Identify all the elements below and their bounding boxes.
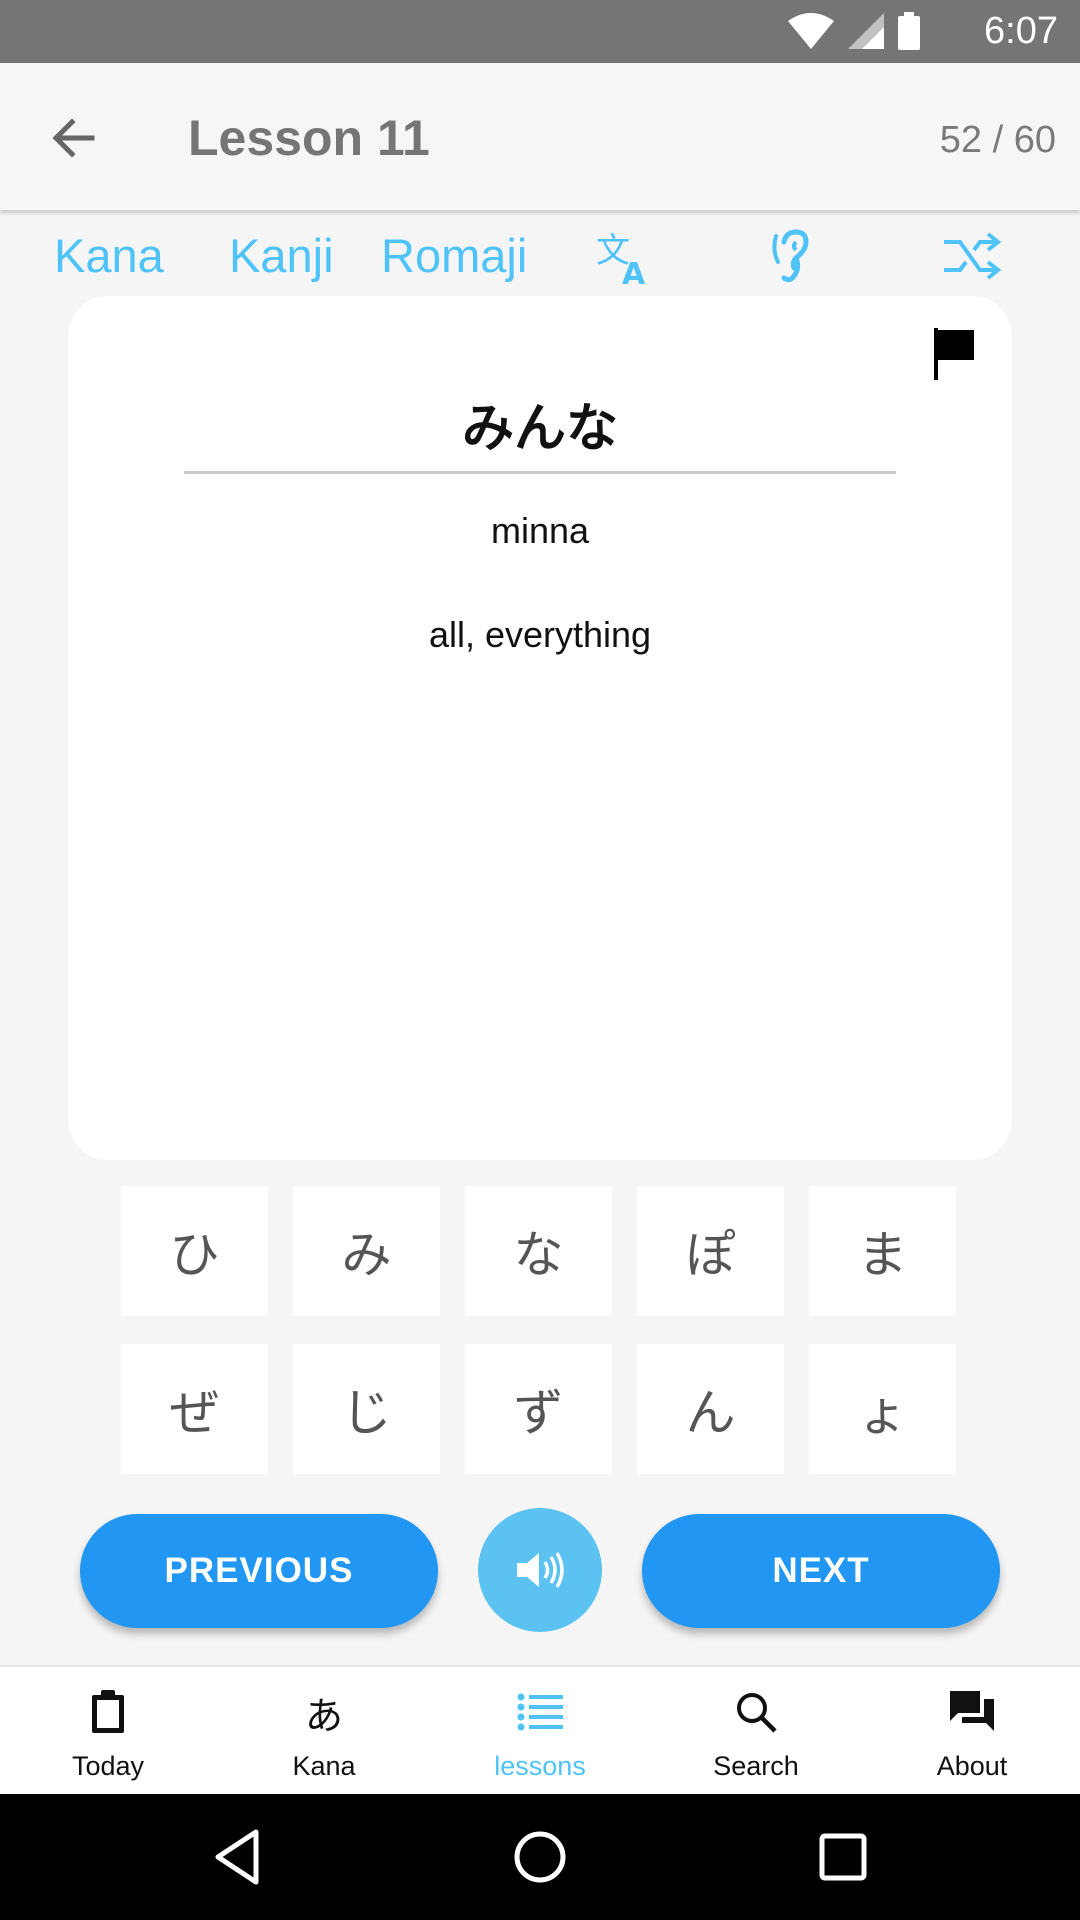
kana-key[interactable]: ひ: [121, 1186, 268, 1316]
volume-icon: [517, 1552, 564, 1588]
nav-today[interactable]: Today: [0, 1667, 216, 1796]
system-recents-button[interactable]: [812, 1826, 874, 1888]
card-word: みんな: [461, 400, 618, 458]
hearing-icon[interactable]: [772, 228, 832, 286]
nav-label: Kana: [292, 1751, 356, 1781]
clipboard-icon: [83, 1687, 133, 1737]
mode-kanji-button[interactable]: Kanji: [229, 228, 334, 283]
system-back-button[interactable]: [206, 1826, 268, 1888]
kana-key[interactable]: ず: [465, 1344, 612, 1474]
card-meaning: all, everything: [428, 614, 652, 655]
nav-label: lessons: [494, 1751, 586, 1781]
nav-label: About: [936, 1751, 1008, 1781]
page-title: Lesson 11: [188, 110, 430, 166]
wifi-icon: [788, 13, 834, 49]
card-romaji: minna: [490, 510, 590, 551]
kana-key[interactable]: ぜ: [121, 1344, 268, 1474]
flag-button[interactable]: [932, 328, 976, 380]
list-icon: [515, 1687, 565, 1737]
nav-label: Today: [71, 1751, 145, 1781]
back-button[interactable]: [44, 108, 104, 168]
mode-toolbar: Kana Kanji Romaji 文 A: [0, 222, 1080, 292]
next-button[interactable]: NEXT: [642, 1514, 1000, 1628]
signal-icon: [848, 13, 884, 49]
nav-kana[interactable]: あ Kana: [216, 1667, 432, 1796]
play-sound-button[interactable]: [478, 1508, 602, 1632]
mode-romaji-button[interactable]: Romaji: [381, 228, 527, 283]
kana-key[interactable]: ょ: [809, 1344, 956, 1474]
status-icons: [788, 12, 920, 50]
flag-icon: [934, 328, 974, 380]
progress-count: 52 / 60: [939, 119, 1056, 161]
nav-search[interactable]: Search: [648, 1667, 864, 1796]
system-navigation-bar: [0, 1794, 1080, 1920]
nav-lessons[interactable]: lessons: [432, 1667, 648, 1796]
shuffle-icon[interactable]: [942, 228, 1002, 286]
battery-icon: [898, 12, 920, 50]
status-bar: 6:07: [0, 0, 1080, 63]
search-icon: [731, 1687, 781, 1737]
kana-key[interactable]: じ: [293, 1344, 440, 1474]
circle-home-icon: [514, 1831, 566, 1883]
card-divider: [184, 471, 896, 474]
hiragana-a-icon: あ: [304, 1695, 343, 1738]
kana-key[interactable]: み: [293, 1186, 440, 1316]
system-home-button[interactable]: [509, 1826, 571, 1888]
kana-keyboard: ひ み な ぽ ま ぜ じ ず ん ょ: [121, 1186, 959, 1474]
nav-about[interactable]: About: [864, 1667, 1080, 1796]
triangle-back-icon: [215, 1829, 259, 1885]
svg-text:A: A: [622, 257, 646, 286]
previous-button[interactable]: PREVIOUS: [80, 1514, 438, 1628]
nav-label: Search: [713, 1751, 799, 1781]
arrow-back-icon: [52, 118, 95, 158]
kana-key[interactable]: な: [465, 1186, 612, 1316]
kana-key[interactable]: ぽ: [637, 1186, 784, 1316]
kana-key[interactable]: ん: [637, 1344, 784, 1474]
status-time: 6:07: [984, 10, 1058, 52]
square-recents-icon: [819, 1833, 867, 1881]
kana-key[interactable]: ま: [809, 1186, 956, 1316]
bottom-navigation: Today あ Kana lessons Search About: [0, 1665, 1080, 1794]
translate-icon[interactable]: 文 A: [596, 228, 656, 292]
chat-icon: [947, 1687, 997, 1737]
flashcard: みんな minna all, everything: [68, 296, 1012, 1160]
app-bar: Lesson 11 52 / 60: [0, 63, 1080, 210]
mode-kana-button[interactable]: Kana: [54, 228, 164, 283]
